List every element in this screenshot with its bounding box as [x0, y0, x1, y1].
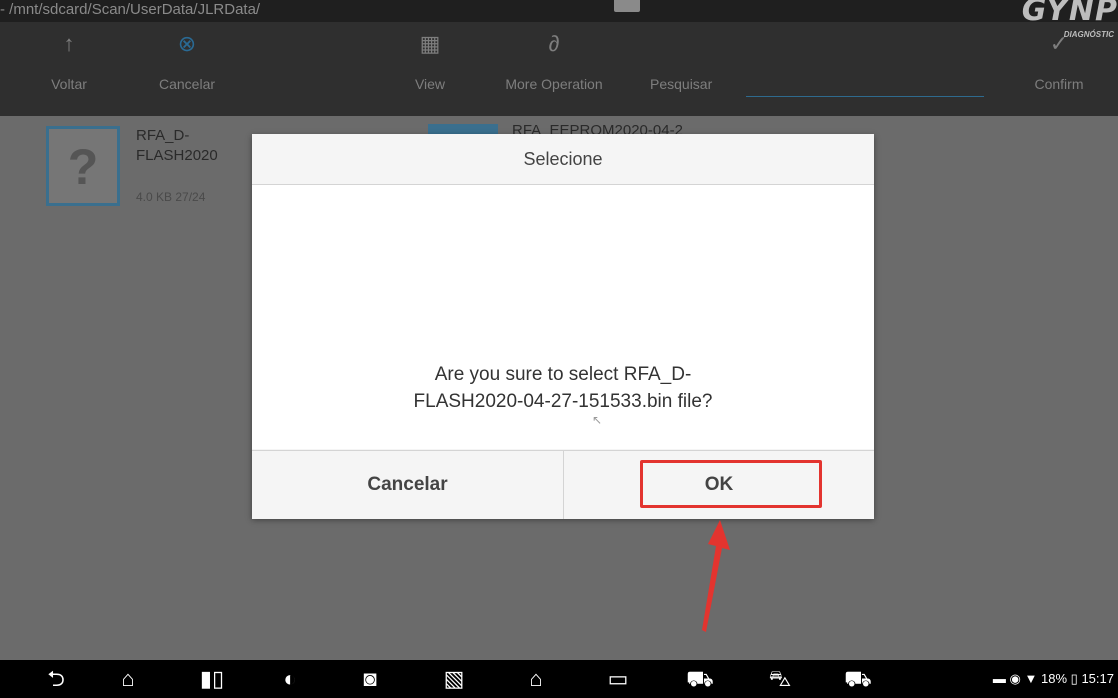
back-label: Voltar: [51, 76, 87, 92]
more-operation-button[interactable]: ∂ More Operation: [494, 22, 614, 92]
car-icon[interactable]: ⛍: [760, 660, 800, 698]
view-label: View: [414, 76, 446, 92]
clock: 15:17: [1081, 671, 1114, 686]
cancel-button[interactable]: Cancelar: [252, 451, 563, 519]
search-label-wrap: Pesquisar: [650, 22, 740, 92]
toolbar: ↑ Voltar ⊗ Cancelar ▦ View ∂ More Operat…: [0, 22, 1118, 116]
battery-icon: ▯: [1070, 671, 1078, 686]
dialog-body: Are you sure to select RFA_D- FLASH2020-…: [252, 185, 874, 449]
camera-icon[interactable]: ◙: [350, 660, 390, 698]
more-operation-label: More Operation: [505, 76, 603, 92]
dialog-message: Are you sure to select RFA_D- FLASH2020-…: [252, 361, 874, 415]
search-input[interactable]: [746, 96, 984, 97]
dialog-message-line1: Are you sure to select RFA_D-: [434, 364, 692, 385]
dialog-title: Selecione: [252, 134, 874, 185]
refresh-icon[interactable]: ◐: [270, 660, 310, 698]
search-label: Pesquisar: [650, 76, 713, 92]
back-nav-icon[interactable]: ⮌: [36, 660, 76, 698]
location-icon: ◉: [1009, 671, 1021, 686]
file-name-1-line2: FLASH2020: [136, 147, 218, 164]
car-diagnostic-icon[interactable]: ⛟: [680, 660, 720, 698]
mouse-cursor-icon: ↖: [592, 413, 603, 427]
brand-name: GYNP: [1021, 0, 1118, 28]
cancel-toolbar-label: Cancelar: [158, 76, 216, 92]
dialog-message-line2: FLASH2020-04-27-151533.bin file?: [413, 391, 713, 412]
battery-level: 18%: [1041, 671, 1068, 686]
file-meta-1: 4.0 KB 27/24: [136, 190, 206, 204]
arrow-up-icon: ↑: [63, 31, 75, 56]
status-tray: ▬ ◉ ▼ 18% ▯ 15:17: [993, 660, 1114, 698]
file-name-1[interactable]: RFA_D- FLASH2020: [136, 126, 218, 166]
confirm-label: Confirm: [1034, 76, 1084, 92]
system-navbar: ⮌ ⌂ ▮▯ ◐ ◙ ▧ ⌂ ▭ ⛟ ⛍ ⛟ ▬ ◉ ▼ 18% ▯ 15:17: [0, 660, 1118, 698]
path-bar: - /mnt/sdcard/Scan/UserData/JLRData/: [0, 0, 1118, 22]
message-icon: ▬: [992, 671, 1006, 686]
screenshot-icon[interactable]: ▧: [434, 660, 474, 698]
brand-subtitle: DIAGNÓSTIC: [1063, 30, 1114, 39]
pull-down-tab[interactable]: [614, 0, 640, 12]
close-circle-icon: ⊗: [177, 31, 197, 56]
recent-apps-icon[interactable]: ▮▯: [192, 660, 232, 698]
wifi-icon: ▼: [1024, 671, 1038, 686]
unknown-file-icon[interactable]: ?: [46, 126, 120, 206]
red-arrow-icon: [702, 520, 730, 632]
home-app-icon[interactable]: ⌂: [516, 660, 556, 698]
ok-highlight-box: [640, 460, 822, 508]
view-button[interactable]: ▦ View: [410, 22, 450, 92]
back-button[interactable]: ↑ Voltar: [44, 22, 94, 92]
file-name-1-line1: RFA_D-: [136, 127, 190, 144]
grid-icon: ▦: [419, 31, 441, 56]
current-path: - /mnt/sdcard/Scan/UserData/JLRData/: [0, 1, 261, 18]
vci-icon[interactable]: ▭: [598, 660, 638, 698]
remote-help-icon[interactable]: ⛟: [838, 660, 878, 698]
brand-logo: GYNP DIAGNÓSTIC: [1020, 0, 1118, 60]
link-icon: ∂: [548, 31, 560, 56]
home-icon[interactable]: ⌂: [108, 660, 148, 698]
cancel-toolbar-button[interactable]: ⊗ Cancelar: [152, 22, 222, 92]
